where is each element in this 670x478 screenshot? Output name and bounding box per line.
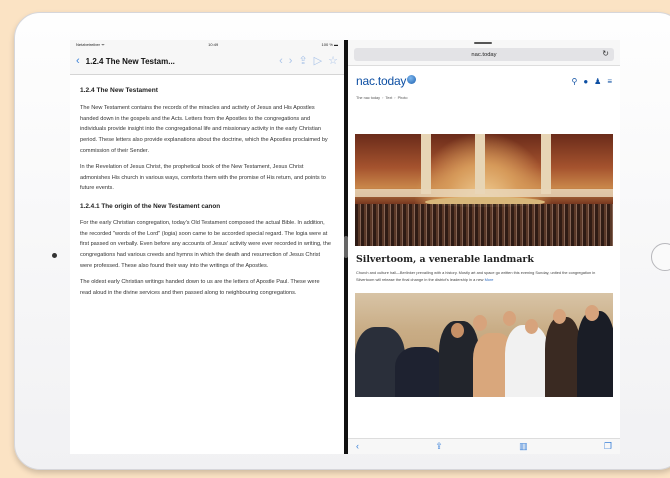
battery-label: 100 % ▬ xyxy=(321,42,338,47)
browser-top-bar: nac.today ↻ xyxy=(348,40,620,66)
tablet-screen: Netzbetreiber ᯤ 10:49 100 % ▬ ‹ 1.2.4 Th… xyxy=(70,40,620,454)
search-icon[interactable]: ⚲ xyxy=(571,77,577,86)
article-excerpt-text: Church and culture hall—Berlinker prevai… xyxy=(356,270,596,282)
breadcrumb: The nac today › Text › Photo xyxy=(356,96,408,100)
background: Netzbetreiber ᯤ 10:49 100 % ▬ ‹ 1.2.4 Th… xyxy=(0,0,670,478)
page-title: 1.2.4 The New Testam... xyxy=(85,57,175,66)
app-grabber[interactable] xyxy=(474,42,492,44)
site-nav-icons: ⚲ ● ♟ ≡ xyxy=(571,77,612,86)
bookmarks-icon[interactable]: ▥ xyxy=(519,442,528,451)
paragraph: The New Testament contains the records o… xyxy=(80,105,328,154)
tabs-icon[interactable]: ❐ xyxy=(604,442,612,451)
clock-label: 10:49 xyxy=(208,42,219,47)
logo-text: nac.today xyxy=(356,74,407,88)
bookmark-forward-icon[interactable]: ▷ xyxy=(314,56,322,67)
reader-navbar: ‹ 1.2.4 The New Testam... ‹ › ⇪ ▷ ☆ xyxy=(70,49,344,75)
chevron-left-icon[interactable]: ‹ xyxy=(76,56,80,67)
share-icon[interactable]: ⇪ xyxy=(298,56,307,67)
document-body: 1.2.4 The New Testament The New Testamen… xyxy=(70,75,344,298)
reload-icon[interactable]: ↻ xyxy=(602,49,609,58)
star-icon[interactable]: ☆ xyxy=(328,56,338,67)
browser-toolbar: ‹ ⇪ ▥ ❐ xyxy=(348,438,620,454)
front-camera xyxy=(52,253,57,258)
carrier-label: Netzbetreiber ᯤ xyxy=(76,41,105,47)
right-app-pane: nac.today ↻ nac.today ⚲ ● ♟ ≡ The nac to… xyxy=(348,40,620,454)
paragraph: For the early Christian congregation, to… xyxy=(80,220,331,269)
chevron-left-icon[interactable]: ‹ xyxy=(279,56,283,67)
share-icon[interactable]: ⇪ xyxy=(435,442,443,451)
church-interior-photo[interactable] xyxy=(355,134,613,246)
site-logo[interactable]: nac.today xyxy=(356,74,417,88)
paragraph: In the Revelation of Jesus Christ, the p… xyxy=(80,164,326,192)
url-text: nac.today xyxy=(471,51,497,58)
article-excerpt: Church and culture hall—Berlinker prevai… xyxy=(348,265,620,283)
chevron-right-icon[interactable]: › xyxy=(289,56,293,67)
document-heading: 1.2.4 The New Testament xyxy=(80,87,158,94)
user-icon[interactable]: ♟ xyxy=(594,77,601,86)
breadcrumb-item: Photo xyxy=(397,96,408,100)
address-bar[interactable]: nac.today ↻ xyxy=(354,48,614,61)
site-header: nac.today ⚲ ● ♟ ≡ xyxy=(348,66,620,96)
read-more-link[interactable]: More xyxy=(485,277,494,282)
back-icon[interactable]: ‹ xyxy=(356,442,359,451)
document-subheading: 1.2.4.1 The origin of the New Testament … xyxy=(80,203,221,210)
group-photo[interactable] xyxy=(355,293,613,398)
status-bar: Netzbetreiber ᯤ 10:49 100 % ▬ xyxy=(70,40,344,49)
globe-icon[interactable]: ● xyxy=(583,77,588,86)
menu-icon[interactable]: ≡ xyxy=(607,77,612,86)
article-title[interactable]: Silvertoom, a venerable landmark xyxy=(348,246,620,265)
breadcrumb-item[interactable]: The nac today xyxy=(356,96,380,100)
left-app-pane: Netzbetreiber ᯤ 10:49 100 % ▬ ‹ 1.2.4 Th… xyxy=(70,40,344,454)
paragraph: The oldest early Christian writings hand… xyxy=(80,279,320,296)
breadcrumb-item[interactable]: Text xyxy=(385,96,392,100)
globe-logo-icon xyxy=(407,74,417,84)
home-button[interactable] xyxy=(651,243,670,271)
